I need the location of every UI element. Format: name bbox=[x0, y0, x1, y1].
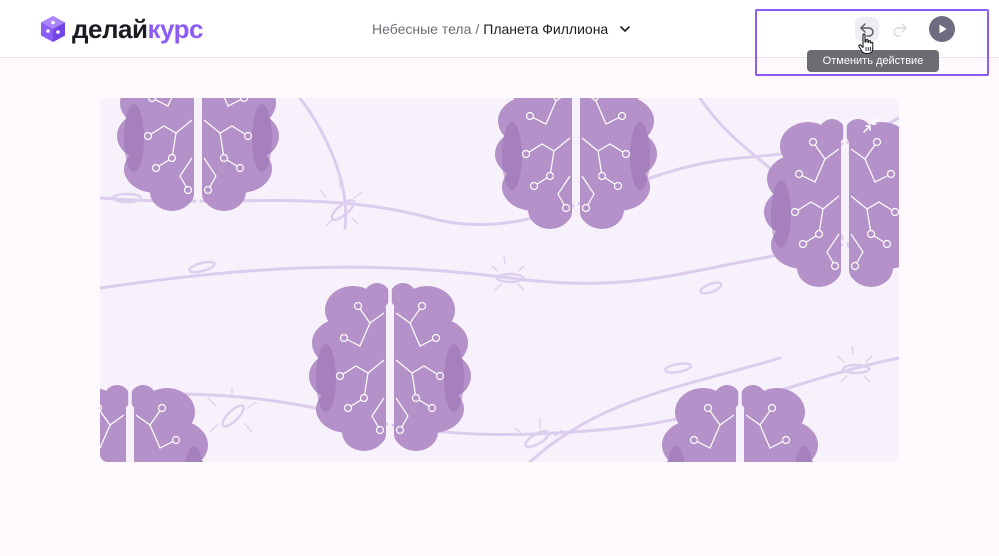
hand-cursor-icon bbox=[858, 33, 874, 55]
breadcrumb-separator: / bbox=[475, 21, 480, 37]
breadcrumb-parent[interactable]: Небесные тела bbox=[372, 19, 471, 39]
logo-text-part2: курс bbox=[147, 14, 203, 44]
logo-text-part1: делай bbox=[72, 14, 148, 44]
logo-wordmark: делайкурс bbox=[72, 14, 203, 44]
brain-pattern-illustration bbox=[100, 98, 899, 462]
logo[interactable]: делайкурс bbox=[40, 14, 203, 44]
play-icon bbox=[939, 24, 947, 34]
redo-arrow-icon bbox=[893, 23, 907, 37]
slide-canvas[interactable] bbox=[100, 98, 899, 462]
chevron-down-icon[interactable] bbox=[618, 22, 632, 36]
play-button[interactable] bbox=[929, 16, 955, 42]
breadcrumb-current: Планета Филлиона bbox=[483, 21, 609, 37]
redo-button[interactable] bbox=[888, 17, 912, 41]
collapse-icon[interactable] bbox=[862, 116, 880, 134]
breadcrumb[interactable]: Небесные тела / Планета Филлиона bbox=[372, 19, 632, 39]
cube-logo-icon bbox=[41, 16, 65, 42]
